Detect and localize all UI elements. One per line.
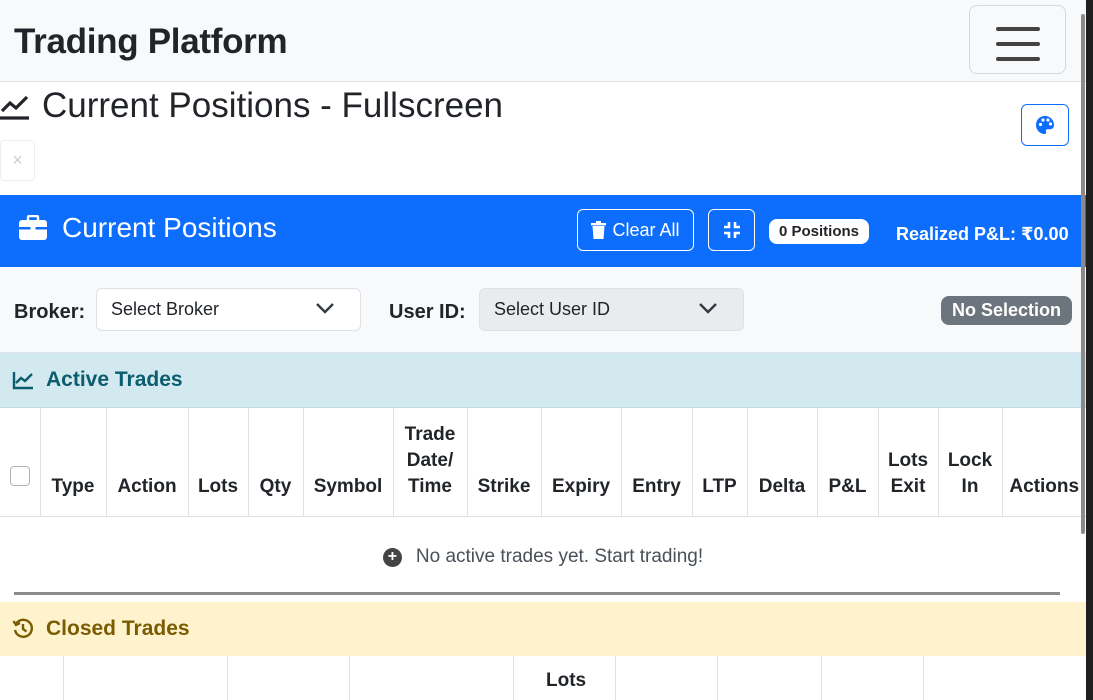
empty-state-message: + No active trades yet. Start trading!: [0, 546, 1086, 568]
palette-icon: [1036, 116, 1054, 134]
chevron-down-icon: [699, 303, 717, 314]
selection-status-badge: No Selection: [941, 296, 1073, 325]
page-title-text: Current Positions - Fullscreen: [42, 86, 503, 125]
column-header[interactable]: Expiry: [541, 408, 622, 517]
navbar: Trading Platform: [0, 0, 1086, 82]
compress-icon: [723, 222, 740, 238]
column-header[interactable]: Qty: [248, 408, 304, 517]
positions-count-badge: 0 Positions: [769, 219, 870, 244]
trash-icon: [591, 221, 607, 239]
broker-select[interactable]: Select Broker: [96, 288, 361, 331]
plus-circle-icon: +: [382, 547, 402, 567]
realized-pnl: Realized P&L: ₹0.00: [896, 224, 1069, 244]
history-icon: [12, 618, 33, 638]
menu-toggle-button[interactable]: [969, 5, 1066, 74]
app-window: Trading Platform Current Positions - Ful…: [0, 0, 1093, 700]
column-header[interactable]: Symbol: [303, 408, 394, 517]
positions-title: Current Positions: [18, 212, 277, 244]
briefcase-icon: [19, 215, 47, 240]
section-divider: [14, 592, 1060, 595]
active-trades-table: Type Action Lots Qty Symbol Trade Date/ …: [0, 408, 1086, 517]
line-chart-icon: [12, 372, 33, 390]
select-all-column: [0, 408, 41, 517]
column-header[interactable]: Trade Date/ Time: [393, 408, 468, 517]
vertical-scrollbar[interactable]: [1081, 14, 1085, 534]
brand-title: Trading Platform: [14, 22, 288, 61]
line-chart-icon: [0, 95, 29, 120]
closed-trades-header: Closed Trades: [0, 602, 1086, 656]
table-header-row: Type Action Lots Qty Symbol Trade Date/ …: [0, 408, 1086, 517]
theme-toggle-button[interactable]: [1021, 104, 1069, 146]
window-border: [1086, 0, 1093, 700]
column-header[interactable]: Action: [106, 408, 189, 517]
column-header[interactable]: Lots: [546, 670, 586, 692]
user-id-select[interactable]: Select User ID: [479, 288, 744, 331]
column-header[interactable]: Strike: [467, 408, 542, 517]
column-header[interactable]: Lock In: [938, 408, 1003, 517]
select-all-checkbox[interactable]: [9, 465, 30, 486]
user-id-label: User ID:: [389, 301, 466, 323]
close-fullscreen-button[interactable]: ×: [0, 140, 35, 181]
column-header[interactable]: Delta: [747, 408, 818, 517]
column-header[interactable]: LTP: [692, 408, 748, 517]
collapse-fullscreen-button[interactable]: [708, 209, 755, 251]
chevron-down-icon: [316, 303, 334, 314]
column-header[interactable]: Actions: [1002, 408, 1086, 517]
column-header[interactable]: P&L: [817, 408, 879, 517]
clear-all-button[interactable]: Clear All: [577, 209, 694, 251]
column-header[interactable]: Type: [40, 408, 107, 517]
hamburger-icon: [996, 27, 1040, 31]
column-header[interactable]: Entry: [621, 408, 693, 517]
column-header[interactable]: Lots Exit: [878, 408, 939, 517]
page-title: Current Positions - Fullscreen: [0, 86, 503, 126]
active-trades-header: Active Trades: [0, 353, 1086, 408]
broker-label: Broker:: [14, 301, 86, 323]
column-header[interactable]: Lots: [188, 408, 249, 517]
filter-bar: Broker: Select Broker User ID: Select Us…: [0, 267, 1086, 353]
closed-trades-table: [0, 656, 1086, 700]
